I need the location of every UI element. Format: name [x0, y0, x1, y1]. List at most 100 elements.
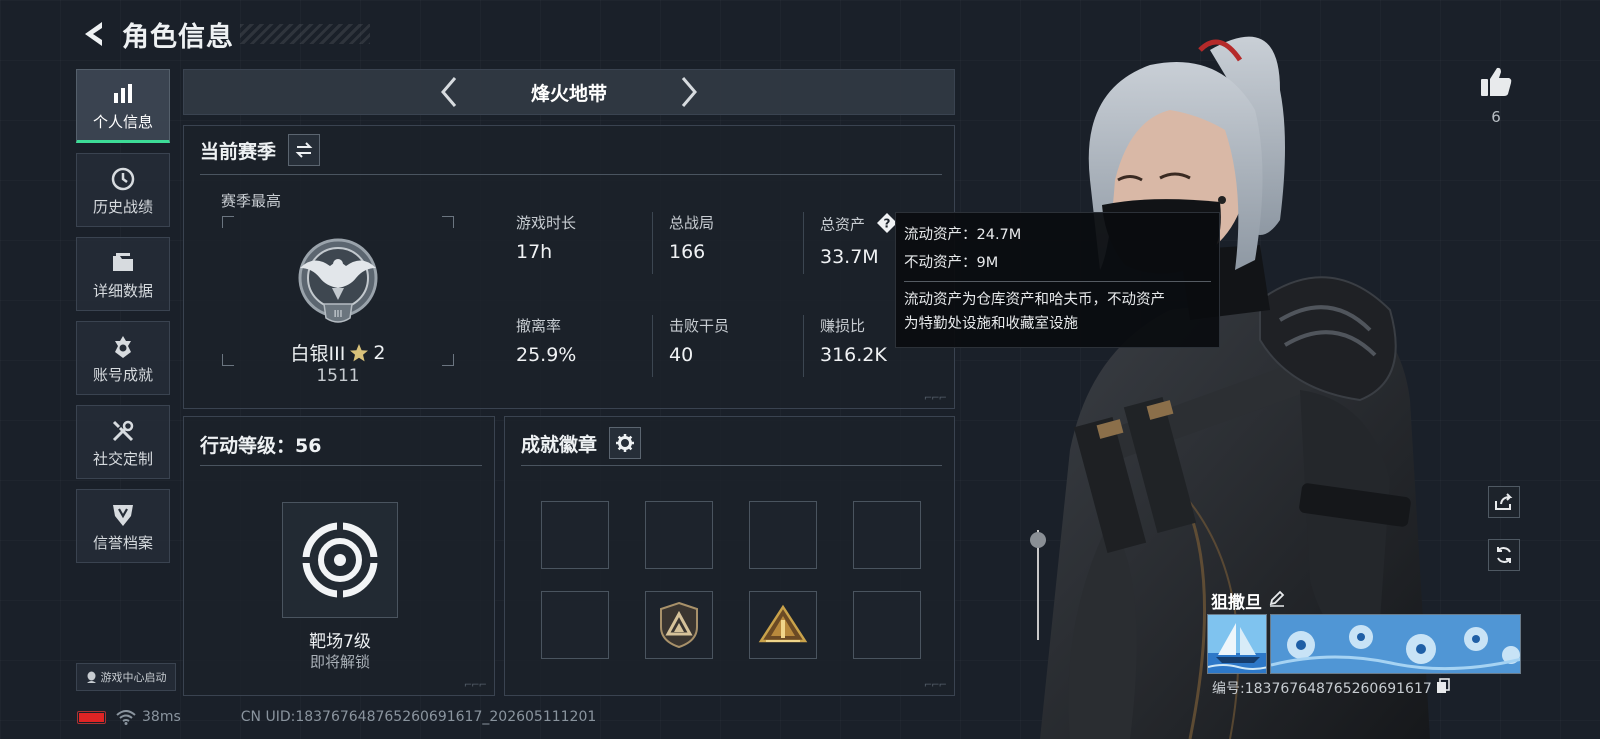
action-level-title: 行动等级：56 [200, 435, 322, 457]
achievements-title: 成就徽章 [521, 433, 598, 456]
achievements-panel: 成就徽章 ⌐⌐⌐ [504, 416, 955, 696]
level-reward-name: 靶场7级 [309, 632, 371, 652]
sidebar-item-details[interactable]: 详细数据 [76, 237, 170, 311]
level-reward-slot[interactable] [282, 502, 398, 618]
bar-chart-icon [111, 79, 135, 109]
shield-icon [111, 500, 135, 530]
achievement-settings-button[interactable] [609, 427, 642, 459]
player-id-row: 编号:183767648765260691617 [1212, 678, 1450, 698]
star-icon [350, 343, 369, 361]
title-decoration [240, 24, 370, 44]
stat-profit-loss-ratio: 赚损比 316.2K [803, 315, 887, 377]
sidebar-item-label: 个人信息 [92, 112, 153, 131]
mode-name: 烽火地带 [530, 82, 607, 105]
badge-triangle-icon [758, 604, 808, 643]
sidebar-item-social[interactable]: 社交定制 [76, 405, 170, 479]
status-bar: 38ms CN UID:183767648765260691617_202605… [77, 707, 596, 727]
qq-icon [86, 671, 96, 683]
action-level-panel: 行动等级：56 靶场7级 即将解锁 ⌐⌐⌐ [183, 416, 495, 696]
tooltip-description-line: 为特勤处设施和收藏室设施 [904, 316, 1078, 332]
profile-banner[interactable] [1270, 614, 1521, 674]
rank-score: 1511 [316, 366, 360, 386]
stat-total-matches: 总战局 166 [652, 212, 714, 274]
badge-slot[interactable] [541, 591, 609, 659]
stat-operators-defeated: 击败干员 40 [652, 315, 729, 377]
badge-slot[interactable] [645, 591, 713, 659]
refresh-button[interactable] [1488, 539, 1520, 571]
badge-slot[interactable] [853, 501, 921, 569]
sidebar-item-personal-info[interactable]: 个人信息 [76, 69, 170, 143]
stat-extraction-rate: 撤离率 25.9% [500, 315, 576, 377]
avatar-frame[interactable] [1207, 614, 1267, 674]
copy-id-button[interactable] [1436, 678, 1450, 698]
season-best-label: 赛季最高 [221, 192, 282, 210]
svg-text:?: ? [883, 217, 890, 231]
stat-label-row: 总资产 ? [820, 212, 898, 238]
previous-mode-button[interactable] [429, 72, 469, 112]
badge-slot[interactable] [749, 591, 817, 659]
stat-value: 166 [669, 241, 706, 263]
launch-label: 游戏中心启动 [100, 671, 167, 684]
stat-play-time: 游戏时长 17h [500, 212, 576, 274]
avatar-sail-image [1208, 615, 1266, 673]
tools-icon [110, 416, 136, 446]
sidebar-item-reputation[interactable]: 信誉档案 [76, 489, 170, 563]
sidebar-item-label: 信誉档案 [92, 533, 153, 552]
stat-total-assets: 总资产 ? 33.7M [803, 212, 898, 274]
like-count: 6 [1491, 108, 1501, 126]
rank-name: 白银III 2 [222, 339, 454, 366]
back-arrow-icon [85, 22, 102, 46]
divider [200, 465, 482, 466]
stat-label: 击败干员 [669, 317, 730, 335]
season-panel: 当前赛季 赛季最高 III 白银III 2 1511 游戏时长 17h 总战局 … [183, 125, 955, 409]
player-name: 狙撒旦 [1211, 593, 1262, 613]
stat-label: 赚损比 [820, 317, 866, 335]
corner-decoration: ⌐⌐⌐ [463, 680, 487, 691]
sidebar-item-label: 社交定制 [92, 449, 153, 468]
next-mode-button[interactable] [669, 72, 709, 112]
switch-season-button[interactable] [288, 134, 321, 166]
divider [200, 174, 942, 175]
mode-selector: 烽火地带 [183, 69, 955, 115]
season-title: 当前赛季 [200, 140, 277, 163]
badge-slot[interactable] [853, 591, 921, 659]
achievements-header: 成就徽章 [521, 427, 642, 459]
stat-label: 游戏时长 [516, 214, 577, 232]
tooltip-divider [904, 281, 1211, 282]
pencil-icon [1269, 590, 1285, 607]
uid-text: CN UID:183767648765260691617_20260511120… [240, 709, 597, 725]
rank-stars: 2 [373, 341, 386, 364]
player-id: 编号:183767648765260691617 [1212, 681, 1432, 697]
clock-icon [110, 164, 136, 194]
gear-icon [616, 434, 635, 452]
rank-badge-icon: III [294, 234, 382, 334]
share-button[interactable] [1488, 486, 1520, 518]
ping-value: 38ms [142, 709, 181, 725]
stat-value: 25.9% [516, 344, 577, 366]
stat-label: 撤离率 [516, 317, 562, 335]
refresh-icon [1497, 547, 1511, 563]
badge-shield-icon [660, 601, 698, 649]
level-reward-status: 即将解锁 [309, 653, 370, 671]
badge-slot[interactable] [645, 501, 713, 569]
chevron-left-icon [441, 77, 457, 107]
game-center-launch-button[interactable]: 游戏中心启动 [76, 663, 176, 691]
sidebar-item-history[interactable]: 历史战绩 [76, 153, 170, 227]
tooltip-fixed-assets: 不动资产：9M [904, 255, 999, 271]
share-icon [1495, 493, 1513, 510]
badge-slot[interactable] [749, 501, 817, 569]
like-button[interactable] [1474, 66, 1518, 106]
stat-value: 17h [516, 241, 553, 263]
flower-banner-image [1271, 615, 1520, 673]
edit-name-button[interactable] [1268, 589, 1286, 612]
season-header: 当前赛季 [200, 134, 321, 166]
sidebar-item-achievements[interactable]: 账号成就 [76, 321, 170, 395]
corner-decoration: ⌐⌐⌐ [923, 393, 947, 404]
player-name-row: 狙撒旦 [1211, 588, 1286, 613]
badge-slot[interactable] [541, 501, 609, 569]
battery-icon [77, 710, 106, 724]
swap-icon [295, 142, 313, 158]
medal-icon [110, 332, 136, 362]
back-button[interactable] [78, 16, 108, 52]
page-header: 角色信息 [78, 14, 370, 54]
